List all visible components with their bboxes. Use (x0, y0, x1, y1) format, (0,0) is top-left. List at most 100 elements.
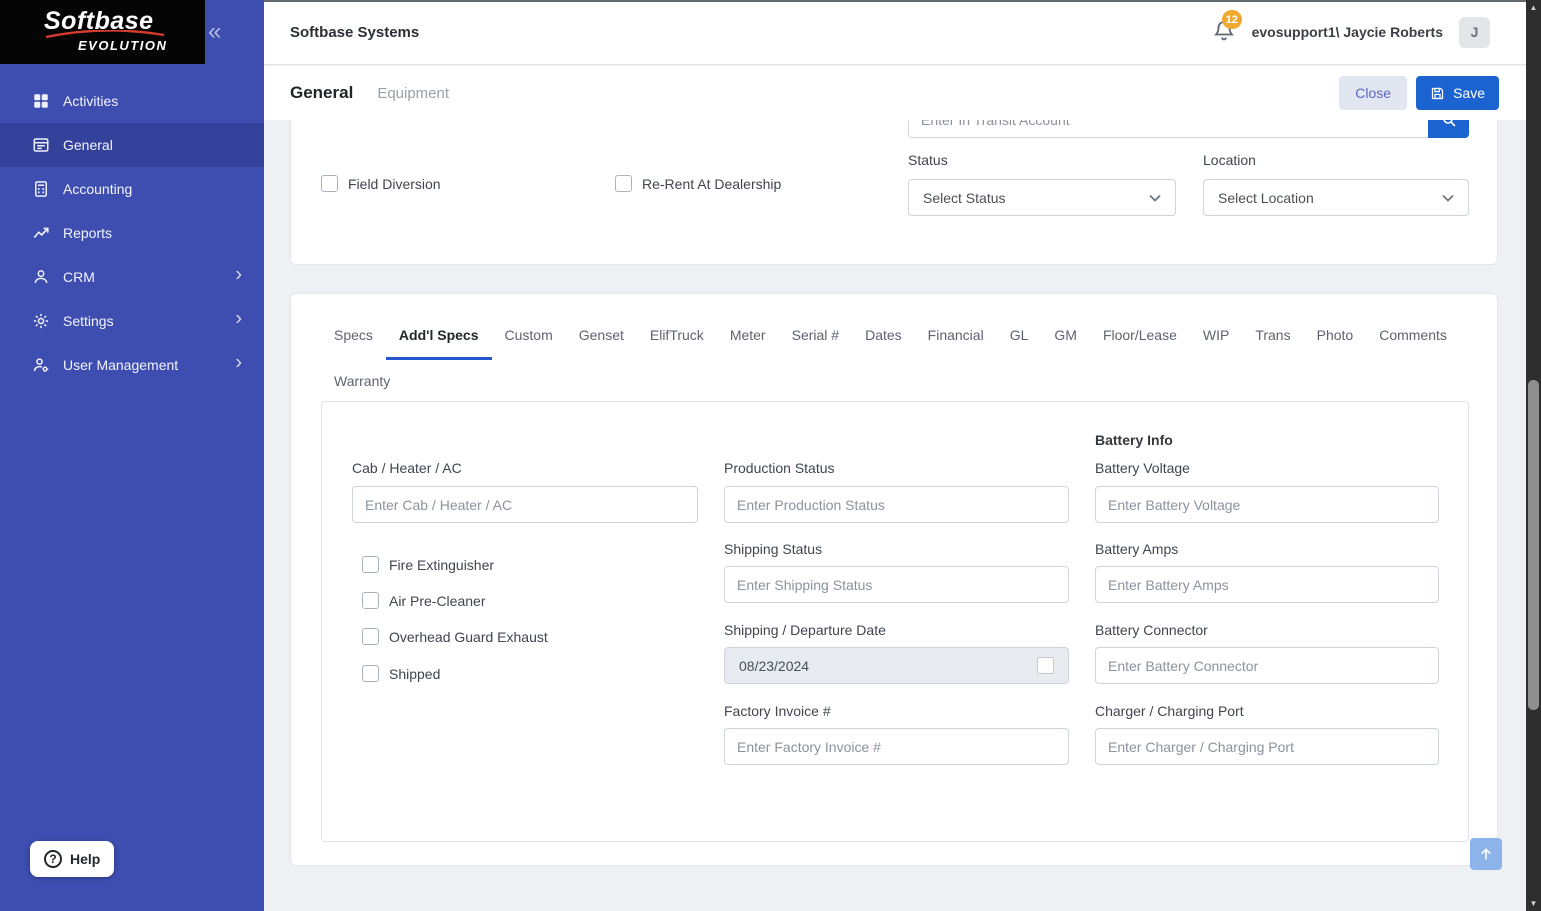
sidebar-item-label: General (63, 137, 113, 153)
status-label: Status (908, 152, 948, 168)
sidebar-item-user-management[interactable]: User Management › (0, 343, 264, 387)
overhead-guard-label: Overhead Guard Exhaust (389, 628, 548, 645)
re-rent-checkbox[interactable] (615, 175, 632, 192)
shipping-status-input[interactable] (724, 566, 1069, 603)
save-label: Save (1453, 85, 1485, 101)
equipment-general-card: Field Diversion Re-Rent At Dealership St… (290, 120, 1498, 265)
search-icon (1443, 120, 1456, 127)
shipping-date-input[interactable]: 08/23/2024 (724, 647, 1069, 684)
overhead-guard-row: Overhead Guard Exhaust (362, 628, 548, 645)
addl-specs-panel: Cab / Heater / AC Fire Extinguisher Air … (321, 401, 1469, 842)
specs-tabs-row1: Specs Add'l Specs Custom Genset ElifTruc… (321, 320, 1467, 360)
scroll-to-top-button[interactable] (1470, 838, 1502, 870)
field-diversion-row: Field Diversion (321, 175, 441, 192)
sidebar-item-settings[interactable]: Settings › (0, 299, 264, 343)
tab-trans[interactable]: Trans (1242, 320, 1303, 360)
status-select-value: Select Status (923, 189, 1006, 206)
tab-meter[interactable]: Meter (717, 320, 779, 360)
location-label: Location (1203, 152, 1256, 168)
scrollbar-thumb[interactable] (1528, 380, 1539, 710)
help-label: Help (70, 851, 101, 867)
sidebar-item-general[interactable]: General (0, 123, 264, 167)
sidebar-collapse-icon[interactable]: « (208, 18, 221, 46)
sidebar-item-accounting[interactable]: Accounting (0, 167, 264, 211)
fire-extinguisher-checkbox[interactable] (362, 556, 379, 573)
battery-connector-label: Battery Connector (1095, 622, 1208, 638)
tab-general[interactable]: General (290, 83, 353, 103)
save-icon (1431, 87, 1444, 99)
tab-comments[interactable]: Comments (1366, 320, 1460, 360)
cab-heater-input[interactable] (352, 486, 698, 523)
sidebar-item-label: Activities (63, 93, 119, 109)
scrollbar-up-arrow[interactable]: ▲ (1526, 0, 1541, 15)
tab-floor-lease[interactable]: Floor/Lease (1090, 320, 1190, 360)
sidebar-item-crm[interactable]: CRM › (0, 255, 264, 299)
app-title: Softbase Systems (290, 23, 420, 41)
battery-voltage-input[interactable] (1095, 486, 1439, 523)
charger-port-input[interactable] (1095, 728, 1439, 765)
tab-custom[interactable]: Custom (492, 320, 566, 360)
air-pre-cleaner-checkbox[interactable] (362, 592, 379, 609)
in-transit-account-group (908, 120, 1469, 138)
chevron-down-icon (1149, 194, 1161, 202)
fire-extinguisher-label: Fire Extinguisher (389, 556, 495, 573)
scrollbar-down-arrow[interactable]: ▼ (1526, 896, 1541, 911)
tab-eliftruck[interactable]: ElifTruck (637, 320, 717, 360)
tab-specs[interactable]: Specs (321, 320, 386, 360)
production-status-input[interactable] (724, 486, 1069, 523)
save-button[interactable]: Save (1416, 76, 1499, 110)
tab-warranty[interactable]: Warranty (321, 366, 403, 406)
shipped-checkbox[interactable] (362, 665, 379, 682)
tab-genset[interactable]: Genset (566, 320, 637, 360)
tab-serial[interactable]: Serial # (779, 320, 852, 360)
sidebar-item-reports[interactable]: Reports (0, 211, 264, 255)
shipping-date-checkbox[interactable] (1037, 657, 1054, 674)
avatar[interactable]: J (1459, 16, 1490, 48)
sidebar-item-label: Reports (63, 225, 113, 241)
close-button[interactable]: Close (1339, 76, 1408, 110)
tab-dates[interactable]: Dates (852, 320, 915, 360)
overhead-guard-checkbox[interactable] (362, 628, 379, 645)
field-diversion-checkbox[interactable] (321, 175, 338, 192)
battery-connector-input[interactable] (1095, 647, 1439, 684)
in-transit-account-input[interactable] (908, 120, 1429, 138)
sidebar-item-label: User Management (63, 357, 179, 373)
sidebar-item-activities[interactable]: Activities (0, 79, 264, 123)
tab-photo[interactable]: Photo (1304, 320, 1367, 360)
form-icon (32, 136, 50, 154)
sidebar-item-label: Accounting (63, 181, 133, 197)
fire-extinguisher-row: Fire Extinguisher (362, 556, 494, 573)
chevron-right-icon: › (235, 307, 242, 330)
air-pre-cleaner-row: Air Pre-Cleaner (362, 592, 485, 609)
factory-invoice-input[interactable] (724, 728, 1069, 765)
re-rent-label: Re-Rent At Dealership (642, 175, 782, 192)
shipping-date-label: Shipping / Departure Date (724, 622, 886, 638)
chevron-right-icon: › (235, 351, 242, 374)
help-button[interactable]: ? Help (30, 841, 115, 877)
chart-icon (32, 224, 50, 242)
tab-gm[interactable]: GM (1041, 320, 1090, 360)
grid-icon (32, 92, 50, 110)
tab-financial[interactable]: Financial (915, 320, 997, 360)
notifications-button[interactable]: 12 (1212, 10, 1242, 45)
factory-invoice-label: Factory Invoice # (724, 703, 831, 719)
sidebar-item-label: CRM (63, 269, 95, 285)
battery-amps-input[interactable] (1095, 566, 1439, 603)
chevron-right-icon: › (235, 263, 242, 286)
specs-tabs-row2: Warranty (321, 366, 1467, 406)
tab-gl[interactable]: GL (997, 320, 1042, 360)
status-select[interactable]: Select Status (908, 179, 1176, 216)
battery-voltage-label: Battery Voltage (1095, 460, 1190, 476)
location-select[interactable]: Select Location (1203, 179, 1469, 216)
tab-addl-specs[interactable]: Add'l Specs (385, 320, 492, 360)
specs-card: Specs Add'l Specs Custom Genset ElifTruc… (290, 293, 1498, 866)
shipping-date-value: 08/23/2024 (739, 657, 810, 674)
battery-info-title: Battery Info (1095, 432, 1173, 448)
tab-equipment[interactable]: Equipment (377, 85, 449, 102)
tab-wip[interactable]: WIP (1190, 320, 1242, 360)
production-status-label: Production Status (724, 460, 835, 476)
cab-heater-label: Cab / Heater / AC (352, 460, 462, 476)
in-transit-search-button[interactable] (1428, 120, 1469, 138)
softbase-logo: Softbase EVOLUTION (0, 0, 205, 64)
arrow-up-icon (1481, 848, 1491, 860)
